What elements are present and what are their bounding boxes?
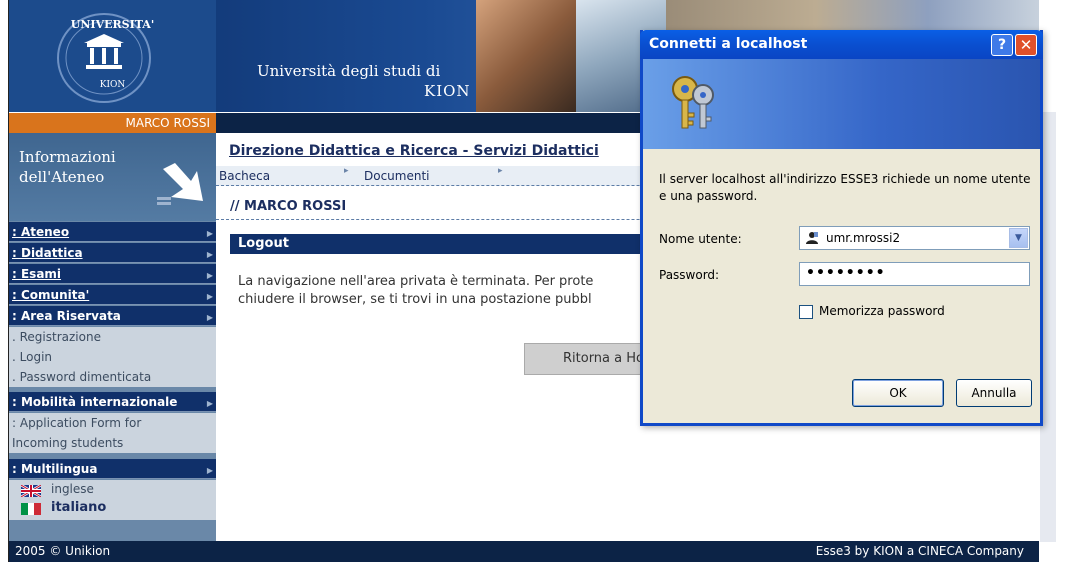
- italy-flag-icon: [21, 503, 41, 515]
- sidebar-item-label: : Comunita': [12, 288, 90, 302]
- remember-password-checkbox[interactable]: [799, 305, 813, 319]
- remember-password-label[interactable]: Memorizza password: [819, 304, 945, 318]
- chevron-down-icon[interactable]: ▼: [1009, 228, 1028, 248]
- corner-arrow-icon: ▶: [206, 313, 213, 322]
- language-label: italiano: [51, 500, 107, 515]
- sidebar-item-mobilita[interactable]: : Mobilità internazionale ▶: [9, 392, 216, 412]
- dialog-body: Il server localhost all'indirizzo ESSE3 …: [643, 149, 1040, 423]
- corner-arrow-icon: ▶: [206, 292, 213, 301]
- sidebar-item-esami[interactable]: : Esami ▶: [9, 264, 216, 284]
- breadcrumb[interactable]: Direzione Didattica e Ricerca - Servizi …: [229, 143, 599, 159]
- dialog-banner: [643, 59, 1040, 149]
- dialog-message: Il server localhost all'indirizzo ESSE3 …: [659, 172, 1031, 203]
- sidebar-subitem-incoming-students[interactable]: Incoming students: [9, 433, 216, 453]
- sidebar-subitem-login[interactable]: . Login: [9, 347, 216, 367]
- corner-arrow-icon: ▶: [206, 250, 213, 259]
- sidebar-subitem-registrazione[interactable]: . Registrazione: [9, 327, 216, 347]
- login-dialog: Connetti a localhost ? ✕ Il server local…: [640, 30, 1043, 426]
- logout-line1: La navigazione nell'area privata è termi…: [238, 274, 594, 289]
- university-logo[interactable]: UNIVERSITA' KION: [9, 0, 216, 112]
- footer: 2005 © Unikion Esse3 by KION a CINECA Co…: [9, 541, 1039, 562]
- sidebar-item-ateneo[interactable]: : Ateneo ▶: [9, 222, 216, 242]
- keys-icon: [672, 76, 714, 129]
- uk-flag-icon: [21, 485, 41, 497]
- corner-arrow-icon: ▶: [206, 399, 213, 408]
- sidebar-item-label: : Mobilità internazionale: [12, 395, 178, 409]
- username-combobox[interactable]: umr.mrossi2 ▼: [799, 226, 1030, 250]
- footer-credit[interactable]: Esse3 by KION a CINECA Company: [816, 541, 1024, 562]
- logout-line2: chiudere il browser, se ti trovi in una …: [238, 292, 592, 307]
- ok-button[interactable]: OK: [852, 379, 944, 407]
- sidebar-item-label: : Ateneo: [12, 225, 70, 239]
- password-field[interactable]: ••••••••: [799, 262, 1030, 286]
- password-label: Password:: [659, 268, 720, 282]
- logo-text-universita: UNIVERSITA': [70, 18, 155, 31]
- sidebar: Informazioni dell'Ateneo : Ateneo ▶ : Did…: [9, 133, 216, 541]
- close-button[interactable]: ✕: [1015, 34, 1037, 56]
- sidebar-subitem-password-dimenticata[interactable]: . Password dimenticata: [9, 367, 216, 387]
- help-button[interactable]: ?: [991, 34, 1013, 56]
- corner-arrow-icon: ▶: [206, 271, 213, 280]
- sidebar-item-comunita[interactable]: : Comunita' ▶: [9, 285, 216, 305]
- language-list: inglese italiano: [9, 480, 216, 520]
- language-label: inglese: [51, 482, 94, 496]
- dialog-title: Connetti a localhost: [649, 36, 808, 52]
- username-label: Nome utente:: [659, 232, 742, 246]
- info-ateneo-box[interactable]: Informazioni dell'Ateneo: [9, 133, 216, 221]
- sidebar-item-label: : Area Riservata: [12, 309, 121, 323]
- sidebar-item-label: : Didattica: [12, 246, 83, 260]
- sidebar-item-area-riservata[interactable]: : Area Riservata ▶: [9, 306, 216, 326]
- username-value: umr.mrossi2: [826, 231, 901, 245]
- sidebar-subitem-application-form[interactable]: : Application Form for: [9, 413, 216, 433]
- logo-text-kion: KION: [99, 80, 126, 90]
- user-name-bar: MARCO ROSSI: [9, 113, 216, 133]
- corner-arrow-icon: ▶: [206, 466, 213, 475]
- tab-label: Bacheca: [219, 169, 271, 183]
- page-user-heading: // MARCO ROSSI: [230, 199, 347, 214]
- tab-marker-icon: ▸: [498, 166, 503, 176]
- tab-label: Documenti: [364, 169, 430, 183]
- cancel-button[interactable]: Annulla: [956, 379, 1032, 407]
- university-title: Università degli studi di: [257, 62, 441, 80]
- user-icon: [806, 232, 818, 244]
- info-title-line2: dell'Ateneo: [19, 168, 105, 186]
- logout-message: La navigazione nell'area privata è termi…: [238, 273, 658, 309]
- dialog-titlebar[interactable]: Connetti a localhost ? ✕: [640, 30, 1043, 59]
- sidebar-item-multilingua[interactable]: : Multilingua ▶: [9, 459, 216, 479]
- corner-arrow-icon: ▶: [206, 229, 213, 238]
- tab-marker-icon: ▸: [344, 166, 349, 176]
- info-title-line1: Informazioni: [19, 148, 116, 166]
- tab-documenti[interactable]: Documenti: [364, 166, 430, 186]
- footer-copyright: 2005 © Unikion: [15, 544, 111, 558]
- header-photo-man: [476, 0, 576, 112]
- university-name: KION: [424, 82, 471, 100]
- tab-bacheca[interactable]: Bacheca: [219, 166, 270, 186]
- sidebar-item-label: : Esami: [12, 267, 62, 281]
- sidebar-item-label: : Multilingua: [12, 462, 98, 476]
- password-value: ••••••••: [806, 265, 886, 281]
- sidebar-item-didattica[interactable]: : Didattica ▶: [9, 243, 216, 263]
- info-ateneo-title: Informazioni dell'Ateneo: [19, 147, 116, 187]
- arrow-down-right-icon: [157, 163, 203, 205]
